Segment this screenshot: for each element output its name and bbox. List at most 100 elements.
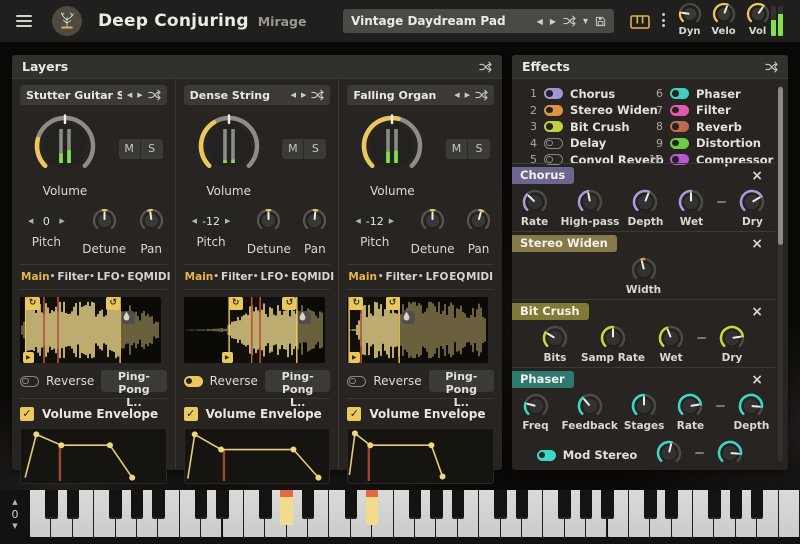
black-key[interactable] [67,490,80,519]
fx-knob-depth[interactable]: Depth [731,392,771,432]
tab-eq[interactable]: •EQ [120,271,144,283]
fx-knob-wet[interactable]: Wet [671,188,711,228]
crossfade-icon[interactable] [298,311,311,324]
stepper-right-icon[interactable]: ▶ [389,217,394,225]
black-key[interactable] [730,490,743,519]
crossfade-icon[interactable] [402,311,415,324]
black-key[interactable] [131,490,144,519]
preset-selector[interactable]: Vintage Daydream Pad ◀ ▶ ▾ [343,9,614,33]
detune-knob[interactable] [91,207,118,238]
reverse-toggle[interactable] [347,376,366,387]
reverse-toggle[interactable] [20,376,39,387]
black-key[interactable] [409,490,422,519]
fx-knob-depth[interactable]: Depth [625,188,665,228]
black-key[interactable] [216,490,229,519]
effect-toggle-distortion[interactable] [670,138,689,149]
white-key[interactable] [779,490,800,537]
effect-toggle-delay[interactable] [544,138,563,149]
envelope-checkbox[interactable]: ✓ [20,407,34,421]
next-layer-icon[interactable]: ▶ [301,91,306,99]
loop-start-flag[interactable]: ↻ [349,297,363,310]
preset-shuffle-icon[interactable] [563,15,576,27]
layers-shuffle-icon[interactable] [479,61,492,73]
layer-selector[interactable]: Stutter Guitar Synth◀▶ [20,85,167,105]
menu-icon[interactable] [16,15,32,27]
tab-main[interactable]: Main [21,271,50,283]
toggle[interactable] [537,450,556,461]
layer-shuffle-icon[interactable] [475,89,488,101]
loop-end-flag[interactable]: ↺ [386,297,400,310]
stepper-left-icon[interactable]: ◀ [28,217,33,225]
octave-down-icon[interactable]: ▼ [12,522,17,531]
black-key[interactable] [708,490,721,519]
tab-lfo[interactable]: •LFO [89,271,120,283]
black-key[interactable] [665,490,678,519]
black-key[interactable] [601,490,614,519]
effect-toggle-phaser[interactable] [670,88,689,99]
tab-main[interactable]: Main [348,271,377,283]
envelope-checkbox[interactable]: ✓ [347,407,361,421]
effect-toggle-filter[interactable] [670,105,689,116]
loop-mode-button[interactable]: Ping-Pong L.. [429,370,494,392]
effects-shuffle-icon[interactable] [765,61,778,73]
close-icon[interactable]: × [751,237,763,251]
tab-eq[interactable]: •EQ [283,271,307,283]
fx-knob-dry[interactable]: Dry [712,324,752,364]
fx-knob-freq[interactable]: Freq [516,392,556,432]
tab-filter[interactable]: •Filter [213,271,252,283]
loop-start-flag[interactable]: ↻ [229,297,243,310]
crossfade-icon[interactable] [122,311,135,324]
detune-knob[interactable] [255,207,282,238]
tab-midi[interactable]: MIDI [466,271,493,283]
play-marker[interactable]: ▶ [349,352,360,363]
envelope-checkbox[interactable]: ✓ [184,407,198,421]
waveform-display[interactable]: ↻↺▶ [184,297,331,363]
envelope-graph[interactable] [20,428,167,484]
layer-shuffle-icon[interactable] [148,89,161,101]
loop-mode-button[interactable]: Ping-Pong L.. [101,370,166,392]
black-key[interactable] [494,490,507,519]
pressed-black-key[interactable] [280,490,293,525]
black-key[interactable] [109,490,122,519]
black-key[interactable] [452,490,465,519]
preset-save-icon[interactable] [595,16,606,27]
stepper-right-icon[interactable]: ▶ [225,217,230,225]
loop-end-flag[interactable]: ↺ [282,297,296,310]
fx-knob-bits[interactable]: Bits [535,324,575,364]
black-key[interactable] [345,490,358,519]
black-key[interactable] [751,490,764,519]
stepper-right-icon[interactable]: ▶ [59,217,64,225]
envelope-graph[interactable] [347,428,494,484]
volume-knob[interactable] [196,113,262,183]
volume-knob[interactable] [359,113,425,183]
tab-midi[interactable]: MIDI [144,271,171,283]
fx-knob-high-pass[interactable]: High-pass [561,188,620,228]
fx-knob-wet[interactable]: Wet [649,439,689,466]
waveform-display[interactable]: ↻↺▶ [20,297,167,363]
black-key[interactable] [259,490,272,519]
envelope-graph[interactable] [184,428,331,484]
black-key[interactable] [195,490,208,519]
solo-button[interactable]: S [468,139,490,159]
tab-lfo[interactable]: •LFO [253,271,284,283]
scrollbar-thumb[interactable] [778,87,783,245]
fx-knob-dry[interactable]: Dry [732,188,772,228]
pitch-stepper[interactable]: ◀-12▶ [349,211,400,231]
black-key[interactable] [430,490,443,519]
stepper-left-icon[interactable]: ◀ [355,217,360,225]
layer-selector[interactable]: Dense String◀▶ [184,85,331,105]
fx-knob-feedback[interactable]: Feedback [562,392,618,432]
piano-keyboard[interactable] [30,490,800,538]
preset-prev-icon[interactable]: ◀ [537,17,543,26]
fx-knob-wet[interactable]: Wet [651,324,691,364]
fx-knob-dry[interactable]: Dry [710,439,750,466]
fx-knob-stages[interactable]: Stages [624,392,665,432]
pitch-stepper[interactable]: ◀0▶ [22,211,71,231]
effect-toggle-chorus[interactable] [544,88,563,99]
close-icon[interactable]: × [751,305,763,319]
tab-main[interactable]: Main [185,271,214,283]
mute-button[interactable]: M [282,139,304,159]
close-icon[interactable]: × [751,169,763,183]
next-layer-icon[interactable]: ▶ [465,91,470,99]
prev-layer-icon[interactable]: ◀ [127,91,132,99]
